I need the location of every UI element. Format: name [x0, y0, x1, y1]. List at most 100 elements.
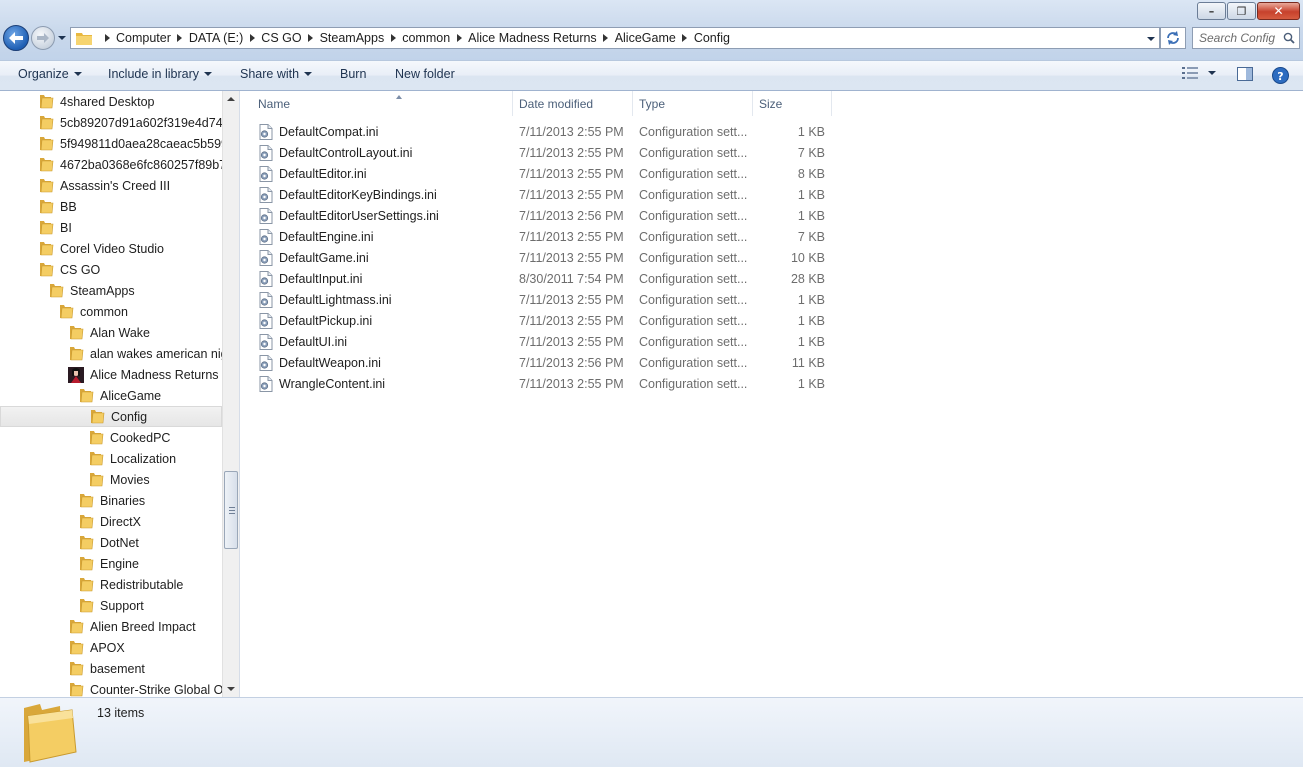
- scrollbar-thumb[interactable]: [224, 471, 238, 549]
- maximize-icon: ❐: [1236, 4, 1247, 18]
- tree-item[interactable]: Assassin's Creed III: [0, 175, 222, 196]
- file-row[interactable]: DefaultInput.ini 8/30/2011 7:54 PM Configu…: [256, 269, 836, 290]
- tree-item[interactable]: DirectX: [0, 511, 222, 532]
- tree-item-label: 4shared Desktop: [60, 94, 155, 109]
- breadcrumb-separator[interactable]: [676, 34, 694, 42]
- search-input[interactable]: [1199, 31, 1283, 45]
- column-divider[interactable]: [632, 91, 633, 116]
- search-box[interactable]: [1192, 27, 1300, 49]
- folder-icon: [90, 452, 104, 466]
- breadcrumb-config[interactable]: Config: [694, 31, 730, 45]
- address-history-dropdown[interactable]: [1147, 33, 1155, 41]
- scroll-up-icon[interactable]: [227, 97, 235, 101]
- tree-item[interactable]: Movies: [0, 469, 222, 490]
- folder-icon: [80, 536, 94, 550]
- back-button[interactable]: [3, 25, 29, 51]
- tree-item[interactable]: SteamApps: [0, 280, 222, 301]
- help-button[interactable]: ?: [1272, 67, 1289, 84]
- file-row[interactable]: WrangleContent.ini 7/11/2013 2:55 PM Confi…: [256, 374, 836, 395]
- minimize-button[interactable]: –: [1197, 2, 1226, 20]
- file-row[interactable]: DefaultEditorKeyBindings.ini 7/11/2013 2:…: [256, 185, 836, 206]
- file-row[interactable]: DefaultEngine.ini 7/11/2013 2:55 PM Config…: [256, 227, 836, 248]
- tree-item[interactable]: BB: [0, 196, 222, 217]
- tree-item[interactable]: Redistributable: [0, 574, 222, 595]
- breadcrumb-alicegame[interactable]: AliceGame: [615, 31, 676, 45]
- breadcrumb-separator[interactable]: [597, 34, 615, 42]
- file-date: 7/11/2013 2:55 PM: [519, 146, 624, 160]
- breadcrumb-cs-go[interactable]: CS GO: [261, 31, 301, 45]
- breadcrumb-separator[interactable]: [384, 34, 402, 42]
- include-in-library-button[interactable]: Include in library: [108, 67, 213, 81]
- tree-item[interactable]: CookedPC: [0, 427, 222, 448]
- tree-item[interactable]: Counter-Strike Global Of: [0, 679, 222, 697]
- tree-item[interactable]: Alice Madness Returns: [0, 364, 222, 385]
- breadcrumb-separator[interactable]: [98, 34, 116, 42]
- change-view-button[interactable]: [1182, 67, 1216, 79]
- breadcrumb-computer[interactable]: Computer: [116, 31, 171, 45]
- column-header-size-label: Size: [759, 97, 783, 111]
- file-row[interactable]: DefaultCompat.ini 7/11/2013 2:55 PM Config…: [256, 122, 836, 143]
- share-with-button[interactable]: Share with: [240, 67, 313, 81]
- breadcrumb-common[interactable]: common: [402, 31, 450, 45]
- breadcrumb-steamapps[interactable]: SteamApps: [320, 31, 385, 45]
- breadcrumb-separator[interactable]: [302, 34, 320, 42]
- file-row[interactable]: DefaultLightmass.ini 7/11/2013 2:55 PM Con…: [256, 290, 836, 311]
- tree-item[interactable]: Localization: [0, 448, 222, 469]
- new-folder-button[interactable]: New folder: [395, 67, 455, 81]
- file-row[interactable]: DefaultUI.ini 7/11/2013 2:55 PM Configurat…: [256, 332, 836, 353]
- tree-item[interactable]: DotNet: [0, 532, 222, 553]
- breadcrumb-separator[interactable]: [171, 34, 189, 42]
- column-divider[interactable]: [831, 91, 832, 116]
- tree-item[interactable]: 4shared Desktop: [0, 91, 222, 112]
- breadcrumb-separator[interactable]: [243, 34, 261, 42]
- maximize-button[interactable]: ❐: [1227, 2, 1256, 20]
- tree-item[interactable]: 5f949811d0aea28caeac5b59950: [0, 133, 222, 154]
- column-divider[interactable]: [752, 91, 753, 116]
- preview-pane-button[interactable]: [1237, 67, 1253, 81]
- tree-item[interactable]: Engine: [0, 553, 222, 574]
- tree-item[interactable]: Corel Video Studio: [0, 238, 222, 259]
- navigation-pane-scrollbar[interactable]: [222, 91, 239, 697]
- tree-item[interactable]: Alien Breed Impact: [0, 616, 222, 637]
- column-divider[interactable]: [512, 91, 513, 116]
- tree-item[interactable]: CS GO: [0, 259, 222, 280]
- file-row[interactable]: DefaultControlLayout.ini 7/11/2013 2:55 P…: [256, 143, 836, 164]
- close-button[interactable]: ✕: [1257, 2, 1300, 20]
- column-header-date-modified[interactable]: Date modified: [519, 95, 632, 113]
- file-name: DefaultControlLayout.ini: [279, 146, 413, 160]
- search-icon[interactable]: [1283, 32, 1295, 44]
- tree-item[interactable]: Support: [0, 595, 222, 616]
- tree-item[interactable]: 4672ba0368e6fc860257f89b76c: [0, 154, 222, 175]
- file-row[interactable]: DefaultWeapon.ini 7/11/2013 2:56 PM Config…: [256, 353, 836, 374]
- tree-item[interactable]: AliceGame: [0, 385, 222, 406]
- breadcrumb-data-drive[interactable]: DATA (E:): [189, 31, 243, 45]
- refresh-button[interactable]: [1160, 27, 1186, 49]
- tree-item[interactable]: 5cb89207d91a602f319e4d7440: [0, 112, 222, 133]
- file-row[interactable]: DefaultEditorUserSettings.ini 7/11/2013 2…: [256, 206, 836, 227]
- forward-button[interactable]: [31, 26, 55, 50]
- column-header-name[interactable]: Name: [258, 95, 513, 113]
- breadcrumb-separator[interactable]: [450, 34, 468, 42]
- tree-item[interactable]: Binaries: [0, 490, 222, 511]
- scroll-down-icon[interactable]: [227, 687, 235, 691]
- tree-item[interactable]: APOX: [0, 637, 222, 658]
- file-name: DefaultGame.ini: [279, 251, 369, 265]
- burn-button[interactable]: Burn: [340, 67, 366, 81]
- tree-item[interactable]: basement: [0, 658, 222, 679]
- tree-item[interactable]: BI: [0, 217, 222, 238]
- tree-item[interactable]: alan wakes american nig: [0, 343, 222, 364]
- file-row[interactable]: DefaultPickup.ini 7/11/2013 2:55 PM Config…: [256, 311, 836, 332]
- file-row[interactable]: DefaultEditor.ini 7/11/2013 2:55 PM Config…: [256, 164, 836, 185]
- tree-item[interactable]: Config: [0, 406, 222, 427]
- folder-icon: [76, 33, 92, 45]
- recent-pages-dropdown[interactable]: [57, 33, 67, 43]
- file-row[interactable]: DefaultGame.ini 7/11/2013 2:55 PM Configur…: [256, 248, 836, 269]
- tree-item[interactable]: Alan Wake: [0, 322, 222, 343]
- tree-item[interactable]: common: [0, 301, 222, 322]
- breadcrumb-alice-madness-returns[interactable]: Alice Madness Returns: [468, 31, 597, 45]
- address-bar[interactable]: Computer DATA (E:) CS GO SteamApps commo…: [70, 27, 1160, 49]
- column-header-type[interactable]: Type: [639, 95, 752, 113]
- column-header-date-label: Date modified: [519, 97, 594, 111]
- organize-button[interactable]: Organize: [18, 67, 82, 81]
- column-header-size[interactable]: Size: [759, 95, 831, 113]
